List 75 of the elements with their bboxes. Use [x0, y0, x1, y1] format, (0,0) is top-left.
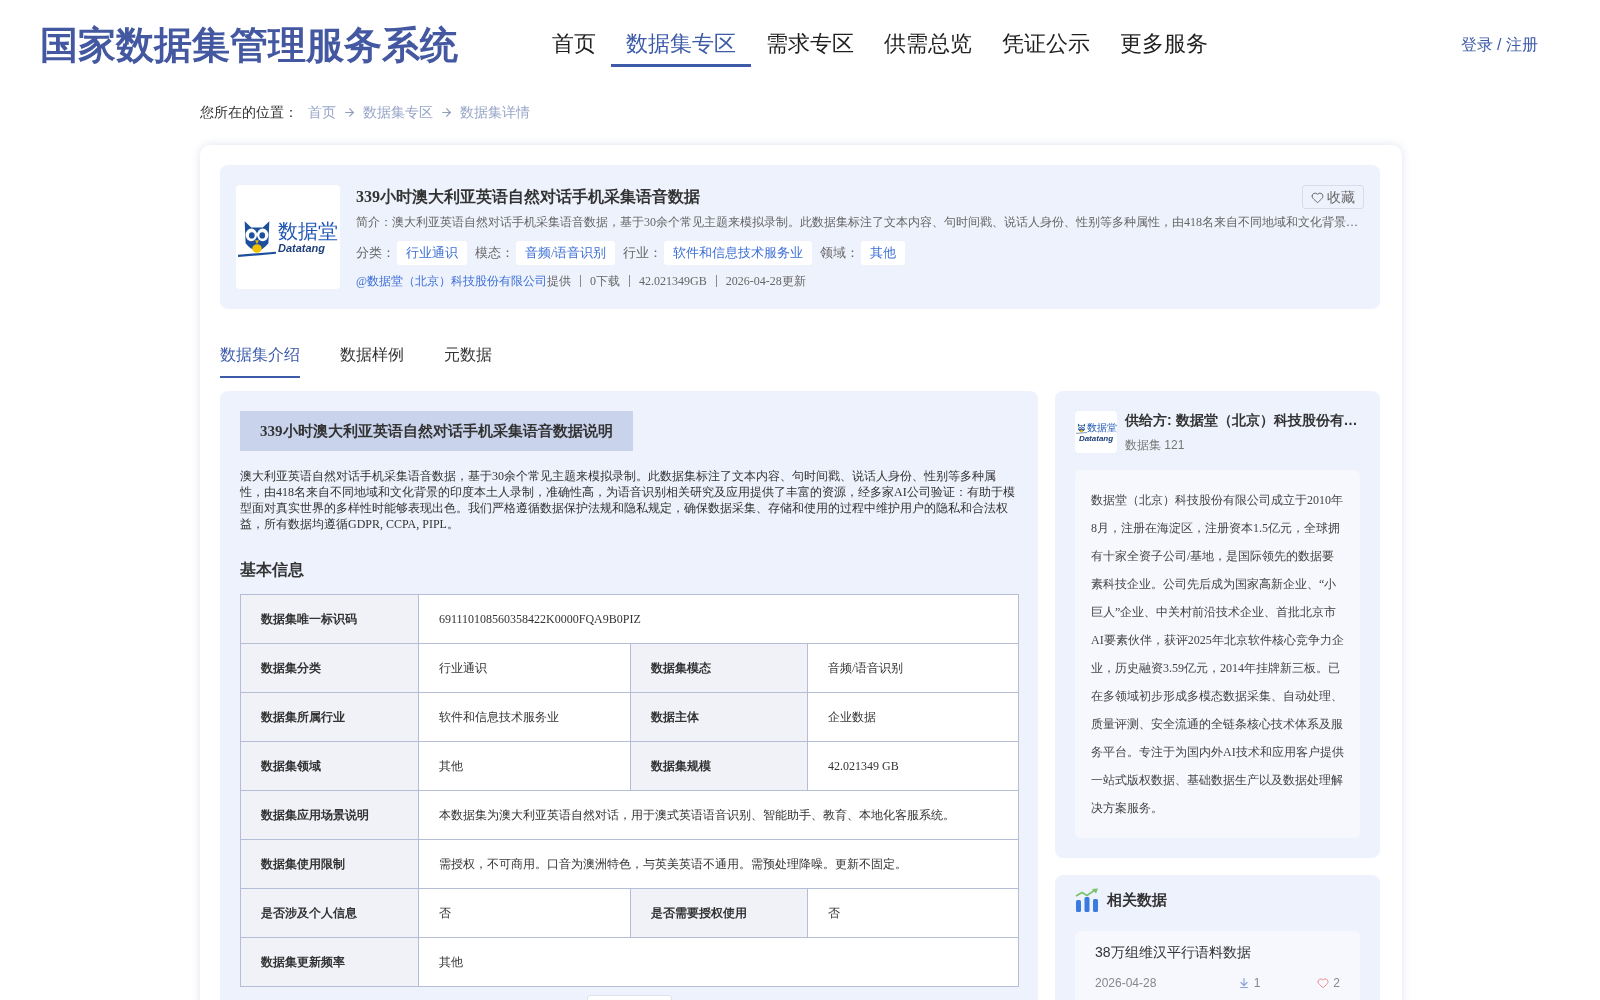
field-value-cell: 否 — [807, 888, 1019, 938]
heart-icon — [1311, 190, 1324, 204]
nav-link[interactable]: 需求专区 — [751, 23, 869, 67]
field-label-cell: 数据集规模 — [630, 741, 808, 791]
bar-chart-icon — [1075, 888, 1099, 912]
intro-paragraph: 澳大利亚英语自然对话手机采集语音数据，基于30余个常见主题来模拟录制。此数据集标注了文本内容、句时间戳、说话人身份、性别等多种属性，由418名来自不同地域和文化背景的印度本土人录制，准确性高，为语音识别相关研究及应用提供了丰富的资源，经多家AI公司验证：有助于模型面对真实世界的多样性时能够表现出色。我们严格遵循数据保护法规和隐私规定，确保数据采集、存储和使用的过程中维护用户的隐私和合法权益，所有数据均遵循GDPR, CCPA, PIPL。 — [240, 468, 1016, 532]
section-title: 基本信息 — [240, 560, 305, 580]
site-title: 国家数据集管理服务系统 — [40, 23, 458, 68]
category-tag[interactable]: 音频/语音识别 — [516, 241, 616, 265]
field-label-cell: 数据集领域 — [240, 741, 419, 791]
field-value-cell: 691110108560358422K0000FQA9B0PIZ — [418, 594, 1019, 644]
field-value-cell: 其他 — [418, 937, 1019, 987]
field-label-cell: 数据集更新频率 — [240, 937, 419, 987]
field-label-cell: 是否涉及个人信息 — [240, 888, 419, 938]
nav-link[interactable]: 凭证公示 — [987, 23, 1105, 67]
field-label-cell: 数据集应用场景说明 — [240, 790, 419, 840]
field-value-cell: 否 — [418, 888, 631, 938]
field-label-cell: 数据集使用限制 — [240, 839, 419, 889]
category-tag[interactable]: 行业通识 — [397, 241, 467, 265]
arrow-right-icon — [440, 105, 453, 119]
dataset-count: 数据集 121 — [1125, 437, 1186, 453]
tag-label: 领域： — [820, 244, 860, 262]
logo-text: 数据堂 — [1086, 422, 1117, 433]
field-value-cell: 需授权，不可商用。口音为澳洲特色，与英美英语不通用。需预处理降噪。更新不固定。 — [418, 839, 1019, 889]
field-label-cell: 数据集唯一标识码 — [240, 594, 419, 644]
field-value-cell: 企业数据 — [807, 692, 1019, 742]
arrow-right-icon — [343, 105, 356, 119]
like-count: 2 — [1333, 975, 1340, 992]
dataset-title: 339小时澳大利亚英语自然对话手机采集语音数据 — [356, 187, 700, 207]
intro-heading: 339小时澳大利亚英语自然对话手机采集语音数据说明 — [240, 411, 633, 451]
field-value-cell: 行业通识 — [418, 643, 631, 693]
category-tag[interactable]: 其他 — [861, 241, 906, 265]
nav-link[interactable]: 数据集专区 — [611, 23, 751, 67]
provider-suffix-text: 提供 — [547, 273, 572, 290]
supplier-description: 数据堂（北京）科技股份有限公司成立于2010年8月，注册在海淀区，注册资本1.5亿元，全球拥有十家全资子公司/基地，是国际领先的数据要素科技企业。公司先后成为国家高新企业、“小巨人”企业、中关村前沿技术企业、首批北京市AI要素伙伴，获评2025年北京软件核心竞争力企业，历史融资3.59亿元，2014年挂牌新三板。已在多领域初步形成多模态数据采集、自动处理、质量评测、安全流通的全链条核心技术体系及服务平台。专注于为国内外AI技术和应用客户提供一站式版权数据、基础数据生产以及数据处理解决方案服务。 — [1091, 492, 1344, 817]
content-tab[interactable]: 元数据 — [444, 333, 492, 378]
tag-label: 行业： — [623, 244, 663, 262]
stat-text: 2026-04-28更新 — [725, 273, 806, 290]
field-label-cell: 数据集分类 — [240, 643, 419, 693]
favorite-button[interactable]: 收藏 — [1302, 185, 1364, 209]
login-register-link[interactable]: 登录 / 注册 — [1460, 33, 1538, 57]
supplier-name: 供给方: 数据堂（北京）科技股份有… — [1125, 411, 1358, 429]
field-value-cell: 软件和信息技术服务业 — [418, 692, 631, 742]
provider-link[interactable]: @数据堂（北京）科技股份有限公司 — [356, 272, 548, 290]
field-label-cell: 是否需要授权使用 — [630, 888, 808, 938]
dataset-summary: 简介：澳大利亚英语自然对话手机采集语音数据，基于30余个常见主题来模拟录制。此数据集标注了文本内容、句时间戳、说话人身份、性别等多种属性，由418名来自不同地域和文化背景… — [356, 214, 1359, 231]
content-tab[interactable]: 数据集介绍 — [220, 333, 300, 378]
logo-subtext: Datatang — [278, 242, 326, 254]
field-value-cell: 其他 — [418, 741, 631, 791]
download-count: 1 — [1253, 975, 1261, 992]
tag-label: 分类： — [356, 244, 395, 262]
related-title: 相关数据 — [1107, 889, 1167, 910]
stat-text: 0下载 — [590, 273, 621, 290]
field-label-cell: 数据集所属行业 — [240, 692, 419, 742]
nav-link[interactable]: 首页 — [537, 23, 611, 67]
field-label-cell: 数据集模态 — [630, 643, 808, 693]
breadcrumb-current: 数据集详情 — [460, 103, 530, 122]
nav-link[interactable]: 供需总览 — [869, 23, 987, 67]
tag-label: 模态： — [475, 244, 514, 262]
field-label-cell: 数据主体 — [630, 692, 808, 742]
heart-icon — [1317, 977, 1330, 989]
logo-text: 数据堂 — [278, 220, 338, 242]
field-value-cell: 42.021349 GB — [807, 741, 1019, 791]
field-value-cell: 本数据集为澳大利亚英语自然对话，用于澳式英语语音识别、智能助手、教育、本地化客服系统。 — [418, 790, 1019, 840]
field-value-cell: 音频/语音识别 — [807, 643, 1019, 693]
category-tag[interactable]: 软件和信息技术服务业 — [664, 241, 813, 265]
related-item-title: 38万组维汉平行语料数据 — [1095, 943, 1252, 961]
related-item-date: 2026-04-28 — [1095, 975, 1157, 992]
content-tab[interactable]: 数据样例 — [340, 333, 404, 378]
logo-subtext: Datatang — [1078, 433, 1114, 443]
stat-text: 42.021349GB — [639, 273, 707, 290]
related-item-card[interactable]: 38万组维汉平行语料数据 2026-04-28 1 2 — [1075, 931, 1360, 1000]
download-icon — [1237, 977, 1250, 989]
nav-link[interactable]: 更多服务 — [1105, 23, 1223, 67]
breadcrumb-label: 您所在的位置： — [200, 103, 298, 122]
